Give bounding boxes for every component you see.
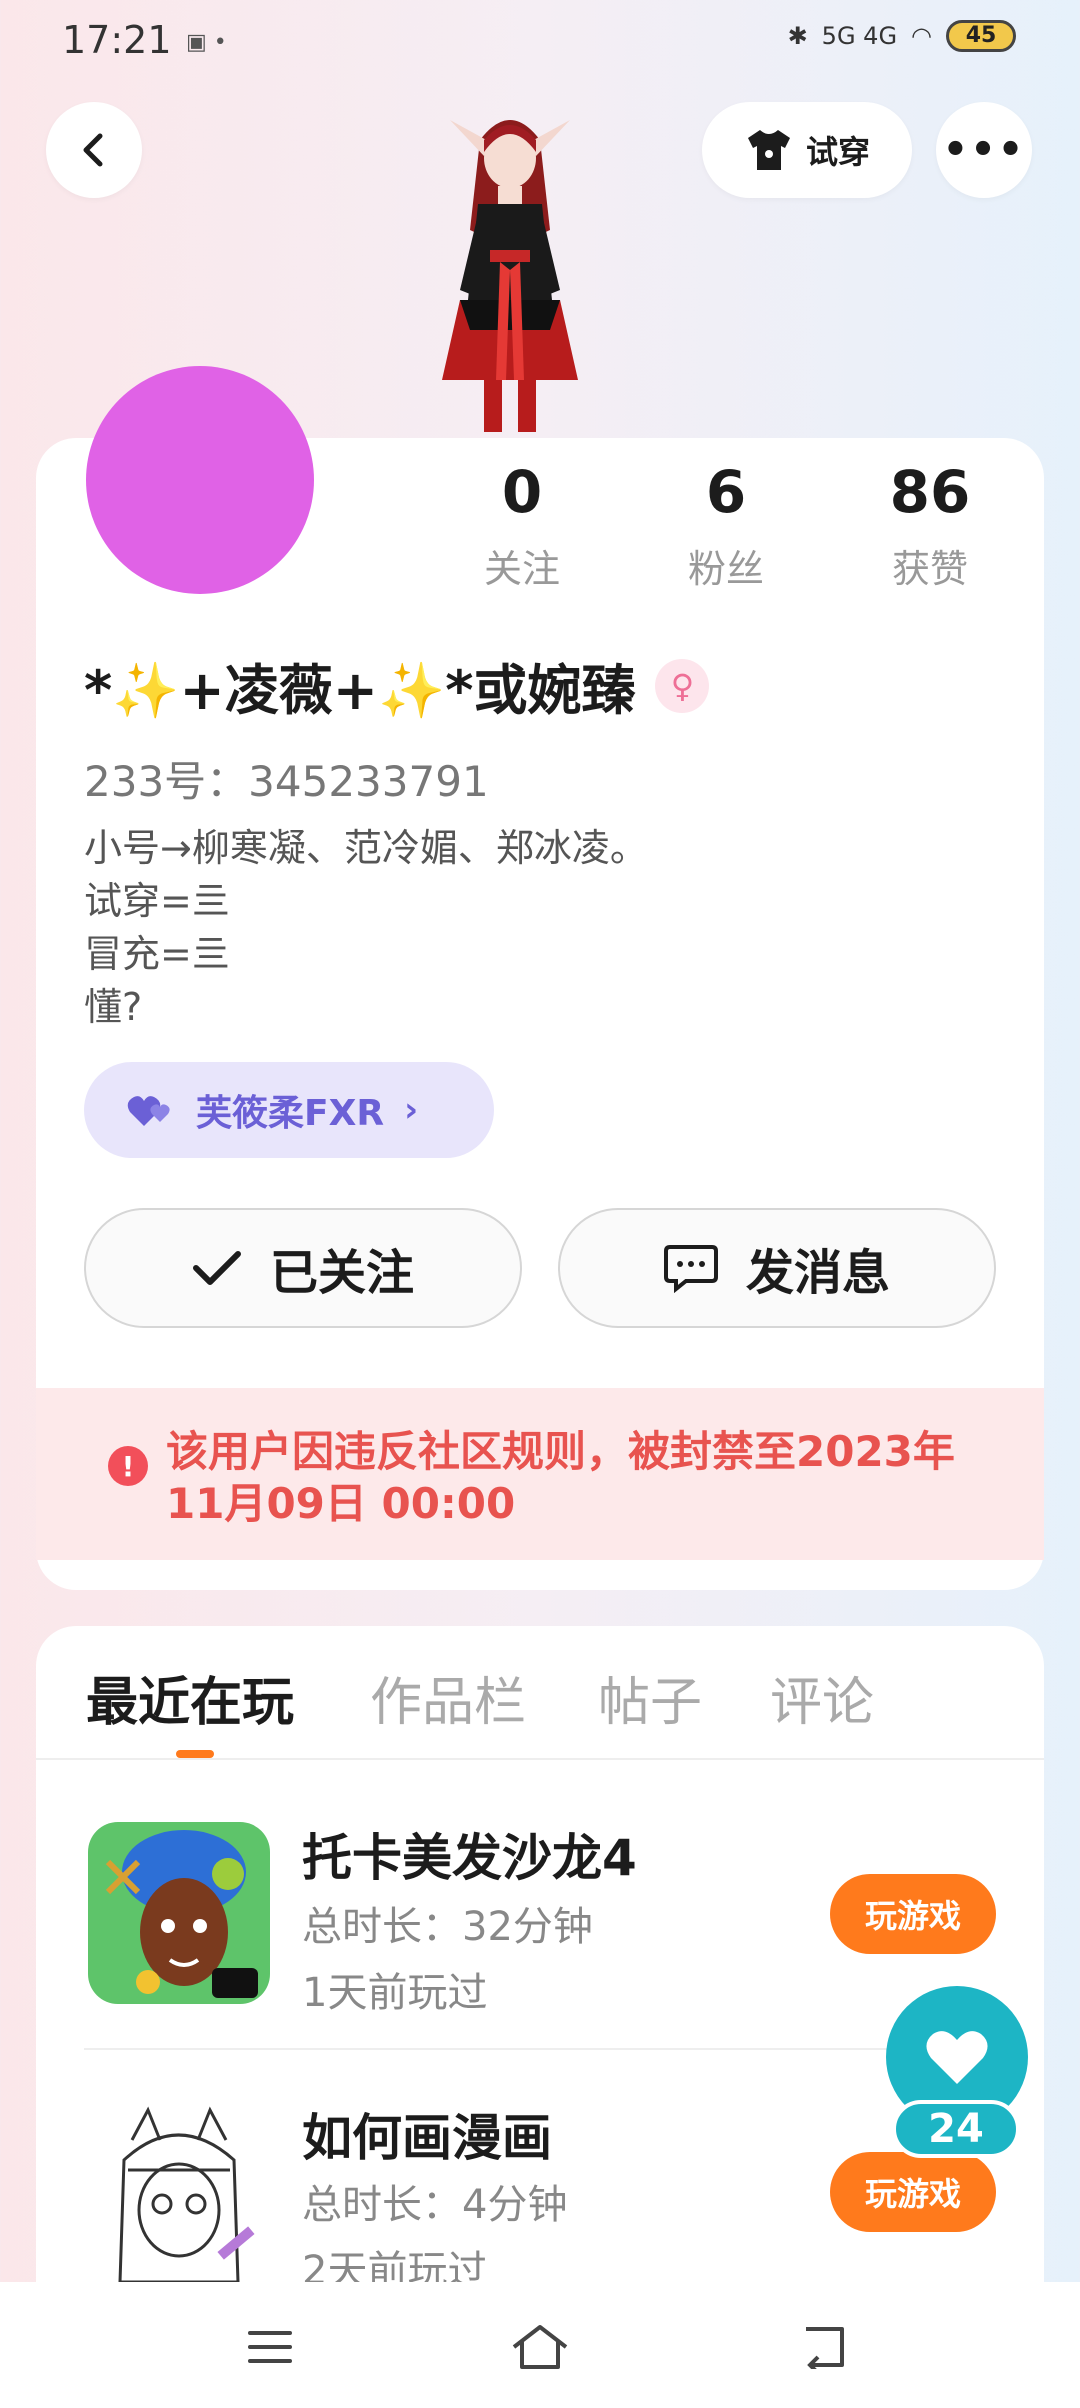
tryon-label: 试穿 xyxy=(805,133,870,171)
tab-comments[interactable]: 评论 xyxy=(770,1660,874,1735)
menu-icon[interactable] xyxy=(240,2322,300,2372)
battery-indicator: 45 xyxy=(946,20,1016,52)
signal-text: 5G 4G xyxy=(821,22,898,50)
chevron-left-icon xyxy=(83,133,103,167)
tab-works[interactable]: 作品栏 xyxy=(370,1660,526,1735)
stat-value: 86 xyxy=(889,458,971,526)
bio-line: 冒充=亖 xyxy=(84,932,230,976)
bio: 小号→柳寒凝、范冷媚、郑冰凌。 试穿=亖 冒充=亖 懂? xyxy=(84,822,648,1034)
bio-line: 试穿=亖 xyxy=(84,879,230,923)
user-id: 233号：345233791 xyxy=(84,757,489,806)
bio-line: 小号→柳寒凝、范冷媚、郑冰凌。 xyxy=(84,826,648,870)
wifi-icon: ◠ xyxy=(911,22,932,50)
system-nav-bar xyxy=(0,2282,1080,2408)
chevron-right-icon: › xyxy=(404,1090,419,1130)
like-count: 24 xyxy=(892,2100,1020,2158)
game-name: 托卡美发沙龙4 xyxy=(302,1829,637,1887)
avatar[interactable] xyxy=(86,366,314,594)
warning-icon: ! xyxy=(108,1446,148,1486)
send-message-label: 发消息 xyxy=(745,1245,890,1301)
active-tab-indicator xyxy=(176,1750,214,1758)
chat-bubble-icon xyxy=(663,1245,718,1293)
back-nav-icon[interactable] xyxy=(796,2322,856,2372)
stat-likes[interactable]: 86 获赞 xyxy=(830,458,1030,593)
game-icon-hair-salon xyxy=(88,1822,270,2004)
status-bar: 17:21 ▣ • ✱ 5G 4G ◠ 45 xyxy=(0,0,1080,86)
ban-notice-text: 该用户因违反社区规则，被封禁至2023年11月09日 00:00 xyxy=(166,1427,955,1528)
check-icon xyxy=(192,1251,241,1285)
stat-value: 6 xyxy=(705,458,747,526)
ban-notice: ! 该用户因违反社区规则，被封禁至2023年11月09日 00:00 xyxy=(36,1388,1044,1560)
club-label: 芙筱柔FXR xyxy=(196,1093,385,1134)
home-icon[interactable] xyxy=(510,2322,570,2372)
more-button[interactable]: ••• xyxy=(936,102,1032,198)
heart-icon xyxy=(926,2031,988,2084)
tab-recent-play[interactable]: 最近在玩 xyxy=(86,1660,294,1735)
status-right-cluster: ✱ 5G 4G ◠ 45 xyxy=(788,20,1016,52)
stat-value: 0 xyxy=(501,458,543,526)
more-dots-icon: ••• xyxy=(942,127,1026,173)
profile-nickname-row: *✨+凌薇+✨*或婉臻 ♀ xyxy=(84,646,710,725)
tab-posts[interactable]: 帖子 xyxy=(598,1660,702,1735)
game-icon-manga-drawing xyxy=(88,2100,270,2282)
bio-line: 懂? xyxy=(84,985,143,1029)
stat-followers[interactable]: 6 粉丝 xyxy=(626,458,826,593)
send-message-button[interactable]: 发消息 xyxy=(558,1208,996,1328)
back-button[interactable] xyxy=(46,102,142,198)
gender-female-icon: ♀ xyxy=(655,658,710,713)
followed-button[interactable]: 已关注 xyxy=(84,1208,522,1328)
game-duration: 总时长：32分钟 xyxy=(302,1904,593,1950)
followed-label: 已关注 xyxy=(269,1245,414,1301)
game-last-played: 1天前玩过 xyxy=(302,1970,488,2016)
hearts-icon xyxy=(127,1096,170,1126)
tshirt-icon xyxy=(747,130,790,170)
play-game-button[interactable]: 玩游戏 xyxy=(830,2152,996,2232)
stat-label: 粉丝 xyxy=(687,547,764,591)
club-badge-button[interactable]: 芙筱柔FXR › xyxy=(84,1062,494,1158)
stat-label: 关注 xyxy=(483,547,560,591)
stat-following[interactable]: 0 关注 xyxy=(422,458,622,593)
play-game-button[interactable]: 玩游戏 xyxy=(830,1874,996,1954)
stat-label: 获赞 xyxy=(891,547,968,591)
game-name: 如何画漫画 xyxy=(302,2109,552,2167)
game-duration: 总时长：4分钟 xyxy=(302,2182,568,2228)
row-divider xyxy=(84,2048,996,2050)
tryon-button[interactable]: 试穿 xyxy=(702,102,912,198)
status-notification-icons: ▣ • xyxy=(186,30,227,55)
character-avatar-image xyxy=(442,120,578,432)
status-time: 17:21 xyxy=(62,18,172,62)
bluetooth-icon: ✱ xyxy=(787,22,808,50)
tab-divider xyxy=(36,1758,1044,1760)
nickname: *✨+凌薇+✨*或婉臻 xyxy=(84,659,636,722)
